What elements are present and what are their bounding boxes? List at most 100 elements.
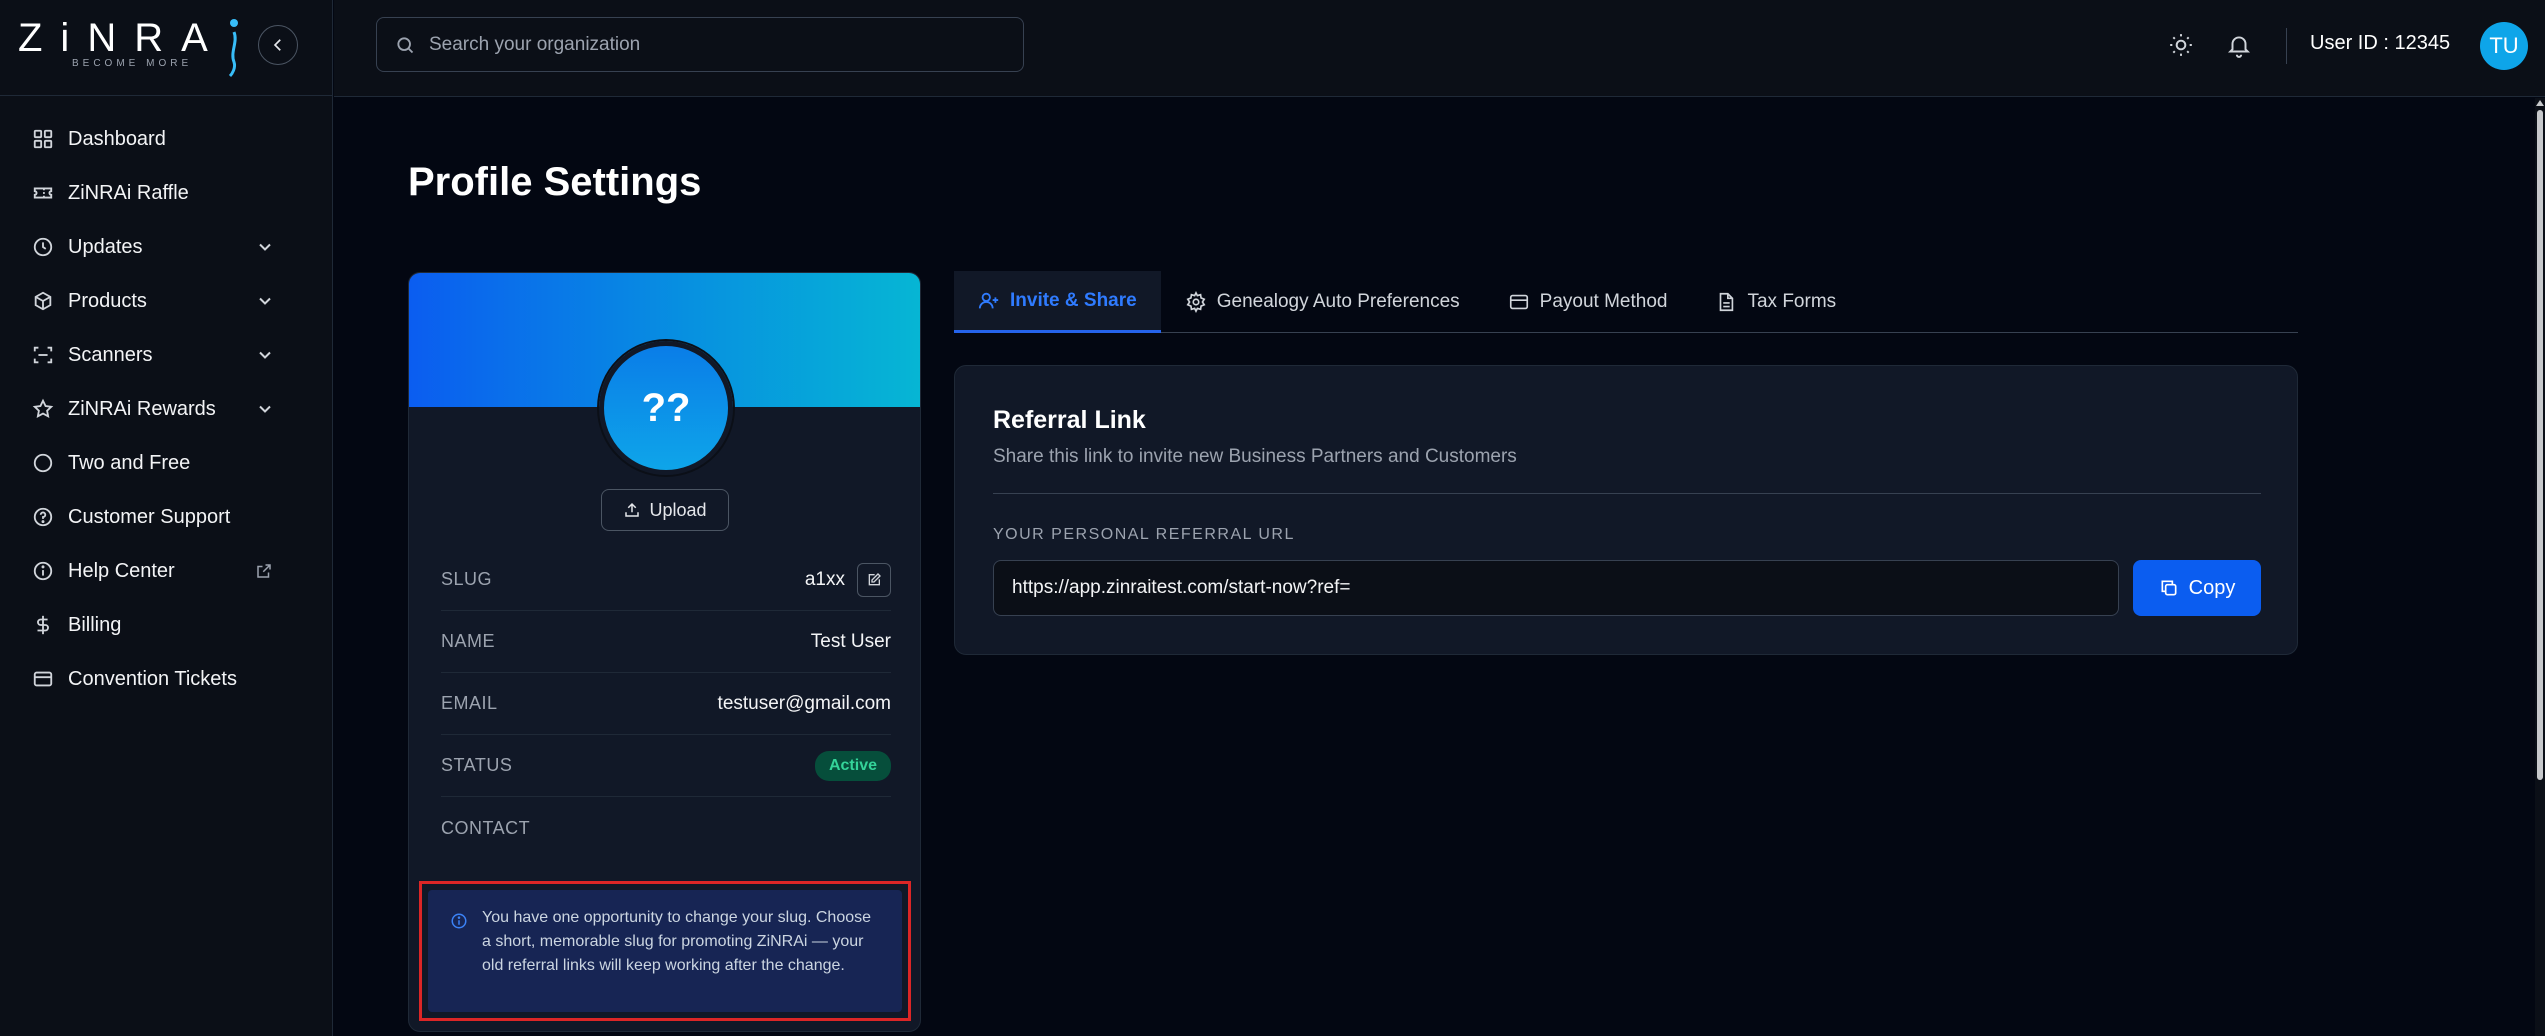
- tab-label: Genealogy Auto Preferences: [1216, 290, 1460, 312]
- settings-tabs: Invite & Share Genealogy Auto Preference…: [954, 271, 2298, 333]
- logo-area: ZiNRA BECOME MORE: [0, 0, 333, 96]
- chevron-down-icon[interactable]: [255, 345, 275, 365]
- card-icon: [32, 668, 54, 690]
- sidebar-item-updates[interactable]: Updates: [0, 220, 333, 274]
- tab-genealogy-auto-preferences[interactable]: Genealogy Auto Preferences: [1161, 271, 1484, 332]
- dollar-icon: [32, 614, 54, 636]
- notice-box: You have one opportunity to change your …: [428, 890, 902, 1012]
- box-icon: [32, 290, 54, 312]
- info-icon: [451, 913, 467, 929]
- copy-icon: [2161, 580, 2177, 596]
- sidebar-item-label: Dashboard: [68, 127, 166, 150]
- edit-icon: [868, 572, 881, 585]
- file-icon: [1720, 292, 1734, 311]
- brand-mark-icon: [228, 19, 238, 78]
- slug-value: a1xx: [804, 568, 845, 590]
- sidebar-item-raffle[interactable]: ZiNRAi Raffle: [0, 166, 333, 220]
- sidebar-item-label: Updates: [68, 235, 143, 258]
- sidebar-item-label: Two and Free: [68, 451, 191, 474]
- sidebar-item-scanners[interactable]: Scanners: [0, 328, 333, 382]
- sidebar-collapse-button[interactable]: [258, 25, 298, 65]
- scan-icon: [32, 344, 54, 366]
- top-header: User ID : 12345 TU: [334, 0, 2545, 97]
- bell-icon: [2227, 36, 2251, 58]
- theme-toggle-button[interactable]: [2166, 30, 2196, 60]
- sidebar-item-label: Help Center: [68, 559, 175, 582]
- copy-button-label: Copy: [2188, 576, 2236, 599]
- ticket-icon: [32, 182, 54, 204]
- grid-icon: [32, 128, 54, 150]
- chevron-down-icon[interactable]: [255, 237, 275, 257]
- referral-url-field[interactable]: [993, 560, 2119, 616]
- sidebar-item-label: ZiNRAi Raffle: [68, 181, 189, 204]
- external-link-icon: [257, 564, 271, 578]
- slug-key: SLUG: [441, 569, 493, 589]
- sidebar-item-products[interactable]: Products: [0, 274, 333, 328]
- circle-icon: [32, 452, 54, 474]
- contact-key: CONTACT: [441, 817, 531, 838]
- sidebar: ZiNRA BECOME MORE Dashboard ZiNRAi Raffl…: [0, 0, 333, 1036]
- gear-icon: [1186, 290, 1206, 313]
- sidebar-item-label: Products: [68, 289, 147, 312]
- upload-button-label: Upload: [649, 499, 707, 520]
- search-input[interactable]: [429, 33, 989, 56]
- info-icon: [32, 560, 54, 582]
- sidebar-item-label: Customer Support: [68, 505, 231, 528]
- slug-edit-button[interactable]: [857, 562, 891, 597]
- search-icon: [397, 36, 414, 53]
- search-box[interactable]: [376, 17, 1024, 72]
- user-avatar[interactable]: TU: [2480, 22, 2528, 70]
- page-scrollbar[interactable]: [2535, 98, 2545, 1036]
- scroll-up-arrow-icon[interactable]: [2536, 100, 2544, 106]
- sidebar-item-customer-support[interactable]: Customer Support: [0, 490, 333, 544]
- page-title: Profile Settings: [408, 160, 702, 204]
- referral-title: Referral Link: [993, 406, 1146, 434]
- profile-card: ?? Upload SLUG a1xx NAME Test User EMAIL…: [408, 272, 921, 1032]
- sidebar-nav: Dashboard ZiNRAi Raffle Updates Products…: [0, 112, 333, 706]
- clock-icon: [32, 236, 54, 258]
- tab-label: Invite & Share: [1010, 289, 1137, 311]
- status-key: STATUS: [441, 755, 513, 775]
- tab-invite-share[interactable]: Invite & Share: [954, 271, 1161, 333]
- sidebar-item-dashboard[interactable]: Dashboard: [0, 112, 333, 166]
- user-plus-icon: [978, 292, 999, 308]
- referral-url-label: YOUR PERSONAL REFERRAL URL: [993, 526, 1295, 543]
- brand-logo-text: ZiNRA: [18, 16, 226, 60]
- slug-row: SLUG a1xx: [441, 549, 891, 611]
- sidebar-item-two-and-free[interactable]: Two and Free: [0, 436, 333, 490]
- brand-logo[interactable]: ZiNRA BECOME MORE: [18, 16, 248, 78]
- chevron-left-icon: [273, 39, 281, 51]
- tab-payout-method[interactable]: Payout Method: [1484, 271, 1692, 332]
- contact-row: CONTACT: [441, 797, 891, 859]
- status-row: STATUS Active: [441, 735, 891, 797]
- chevron-down-icon[interactable]: [255, 399, 275, 419]
- sidebar-item-label: ZiNRAi Rewards: [68, 397, 216, 420]
- referral-divider: [993, 493, 2261, 494]
- card-icon: [1509, 294, 1528, 309]
- slug-value-group: a1xx: [804, 562, 891, 597]
- profile-avatar: ??: [599, 341, 733, 475]
- sidebar-item-label: Scanners: [68, 343, 153, 366]
- sidebar-item-rewards[interactable]: ZiNRAi Rewards: [0, 382, 333, 436]
- upload-icon: [625, 502, 640, 517]
- sun-icon: [2170, 34, 2192, 56]
- sidebar-item-label: Billing: [68, 613, 122, 636]
- email-value: testuser@gmail.com: [717, 692, 891, 714]
- help-circle-icon: [32, 506, 54, 528]
- scrollbar-thumb[interactable]: [2537, 110, 2543, 780]
- tab-label: Tax Forms: [1747, 290, 1837, 312]
- user-id-label: User ID : 12345: [2310, 32, 2451, 54]
- slug-change-notice: You have one opportunity to change your …: [419, 881, 911, 1021]
- sidebar-item-label: Convention Tickets: [68, 667, 237, 690]
- upload-button[interactable]: Upload: [601, 489, 729, 531]
- sidebar-item-help-center[interactable]: Help Center: [0, 544, 333, 598]
- notifications-button[interactable]: [2224, 30, 2254, 60]
- name-value: Test User: [810, 630, 891, 652]
- copy-button[interactable]: Copy: [2133, 560, 2261, 616]
- sidebar-item-convention-tickets[interactable]: Convention Tickets: [0, 652, 333, 706]
- status-badge: Active: [814, 750, 891, 781]
- chevron-down-icon[interactable]: [255, 291, 275, 311]
- tab-tax-forms[interactable]: Tax Forms: [1691, 271, 1860, 332]
- name-row: NAME Test User: [441, 611, 891, 673]
- sidebar-item-billing[interactable]: Billing: [0, 598, 333, 652]
